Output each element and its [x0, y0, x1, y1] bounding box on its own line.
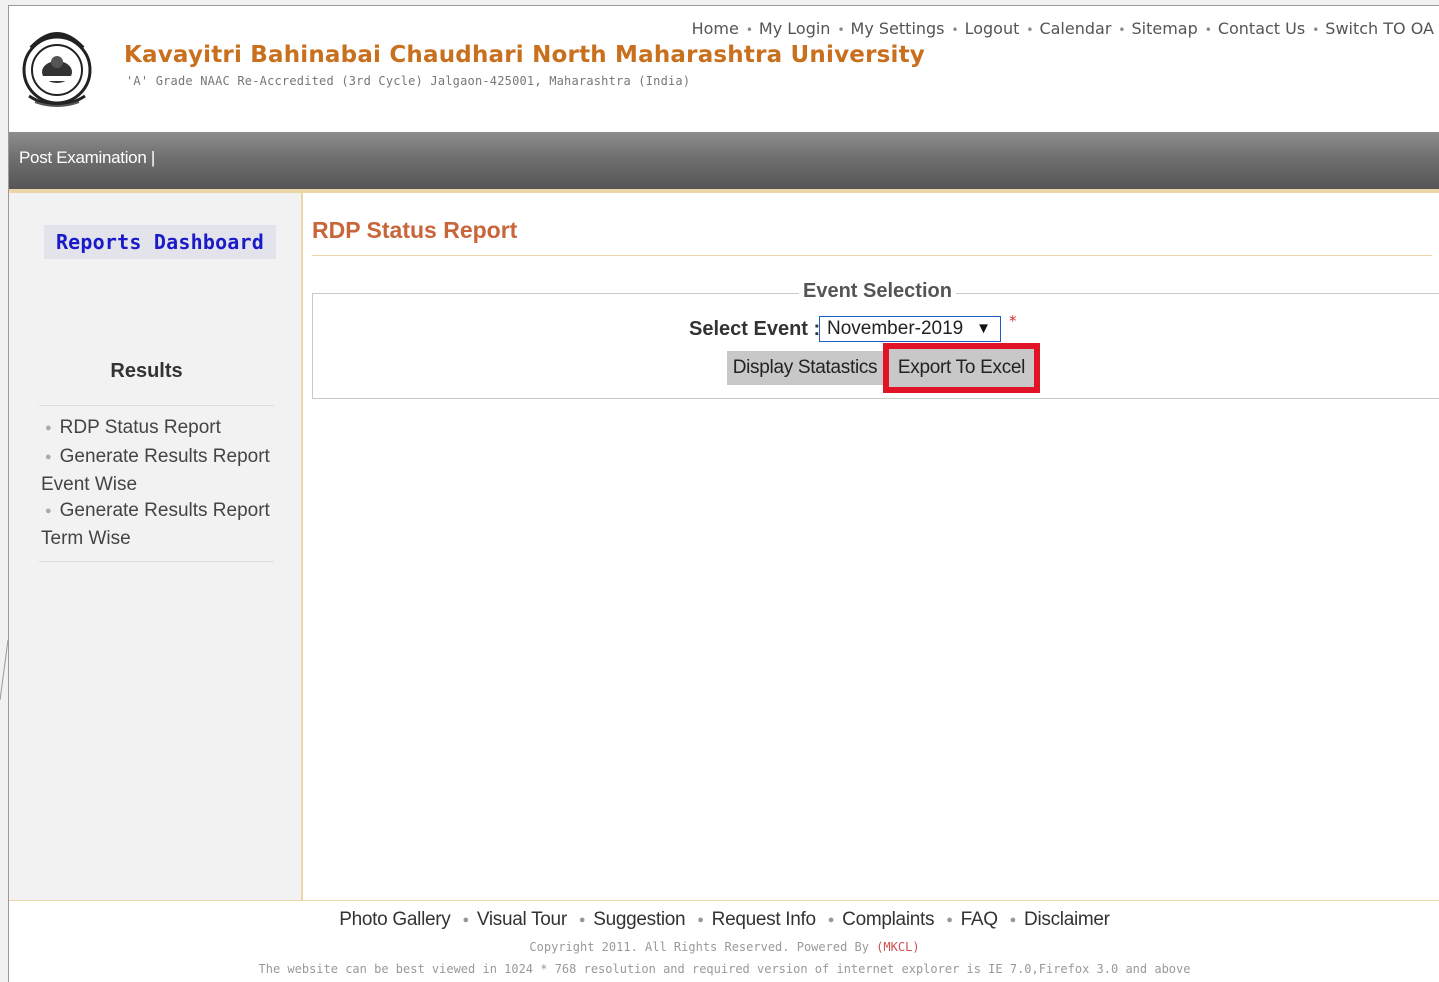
sidebar: Reports Dashboard Results ● RDP Status Re… [9, 193, 303, 903]
footer-link-suggestion[interactable]: Suggestion [593, 909, 685, 930]
copyright-text: Copyright 2011. All Rights Reserved. Pow… [9, 940, 1439, 954]
nav-item-post-examination[interactable]: Post Examination | [19, 148, 155, 168]
bullet-icon: ● [45, 451, 52, 463]
top-links: Home • My Login • My Settings • Logout • Calenda… [692, 19, 1434, 38]
link-separator: • [951, 23, 959, 37]
top-link-switch-to-oa[interactable]: Switch TO OA [1325, 19, 1434, 38]
link-separator: ● [462, 914, 469, 926]
link-separator: ● [827, 914, 835, 926]
sidebar-menu: ● RDP Status Report ● Generate Results Rep… [41, 415, 286, 552]
select-event-label: Select Event : [689, 318, 821, 340]
bullet-icon: ● [45, 505, 52, 517]
link-separator: • [745, 23, 753, 37]
main-content: RDP Status Report Event Selection Select… [303, 193, 1439, 903]
event-select-dropdown[interactable]: November-2019 ▼ [819, 316, 1001, 342]
sidebar-item-results-term-wise[interactable]: ● Generate Results Report Term Wise [41, 498, 286, 551]
link-separator: ● [578, 914, 586, 926]
slide-decoration [0, 0, 8, 981]
footer-link-disclaimer[interactable]: Disclaimer [1024, 909, 1110, 930]
sidebar-section-title: Results [110, 360, 183, 382]
page-title: RDP Status Report [312, 217, 518, 243]
footer-link-request-info[interactable]: Request Info [712, 909, 816, 930]
top-link-my-login[interactable]: My Login [759, 19, 831, 38]
link-separator: ● [1009, 914, 1017, 926]
selected-event-value: November-2019 [827, 318, 964, 339]
sidebar-item-results-event-wise[interactable]: ● Generate Results Report Event Wise [41, 444, 286, 497]
bullet-icon: ● [45, 422, 52, 434]
link-separator: ● [946, 914, 953, 926]
divider [39, 405, 274, 406]
sidebar-item-label: RDP Status Report [59, 417, 221, 438]
footer-link-photo-gallery[interactable]: Photo Gallery [339, 909, 451, 930]
link-separator: • [1204, 23, 1212, 37]
site-footer: Photo Gallery ● Visual Tour ● Suggestion ● Req… [9, 900, 1439, 982]
export-to-excel-button[interactable]: Export To Excel [883, 343, 1040, 393]
top-link-my-settings[interactable]: My Settings [851, 19, 945, 38]
reports-dashboard-button[interactable]: Reports Dashboard [44, 225, 276, 259]
required-marker: * [1009, 312, 1017, 330]
event-selection-panel: Event Selection Select Event : November-… [312, 280, 1439, 399]
top-link-sitemap[interactable]: Sitemap [1131, 19, 1197, 38]
university-name: Kavayitri Bahinabai Chaudhari North Maha… [124, 42, 925, 68]
top-link-logout[interactable]: Logout [965, 19, 1020, 38]
dropdown-arrow-icon: ▼ [976, 320, 991, 337]
site-header: Kavayitri Bahinabai Chaudhari North Maha… [9, 6, 1439, 132]
display-statistics-button[interactable]: Display Statastics [727, 351, 883, 385]
mkcl-link[interactable]: (MKCL) [876, 940, 919, 954]
footer-link-complaints[interactable]: Complaints [842, 909, 934, 930]
title-divider [312, 255, 1432, 256]
footer-link-visual-tour[interactable]: Visual Tour [477, 909, 567, 930]
sidebar-item-label: Generate Results Report Event Wise [41, 446, 270, 495]
sidebar-item-rdp-status-report[interactable]: ● RDP Status Report [41, 415, 286, 443]
university-subtitle: 'A' Grade NAAC Re-Accredited (3rd Cycle)… [126, 74, 691, 88]
link-separator: • [1118, 23, 1126, 37]
footer-links: Photo Gallery ● Visual Tour ● Suggestion ● Req… [9, 909, 1439, 931]
link-separator: • [1312, 23, 1320, 37]
link-separator: ● [697, 914, 704, 926]
panel-legend: Event Selection [799, 280, 956, 303]
top-link-contact-us[interactable]: Contact Us [1218, 19, 1305, 38]
nav-bar: Post Examination | [9, 132, 1439, 193]
link-separator: • [837, 23, 845, 37]
browser-note: The website can be best viewed in 1024 *… [258, 962, 1191, 976]
browser-page: Kavayitri Bahinabai Chaudhari North Maha… [8, 5, 1439, 982]
top-link-calendar[interactable]: Calendar [1039, 19, 1111, 38]
divider [39, 561, 274, 562]
university-emblem-icon [21, 18, 93, 114]
copyright-prefix: Copyright 2011. All Rights Reserved. Pow… [529, 940, 877, 954]
footer-link-faq[interactable]: FAQ [961, 909, 998, 930]
sidebar-item-label: Generate Results Report Term Wise [41, 500, 270, 549]
top-link-home[interactable]: Home [692, 19, 739, 38]
link-separator: • [1026, 23, 1034, 37]
